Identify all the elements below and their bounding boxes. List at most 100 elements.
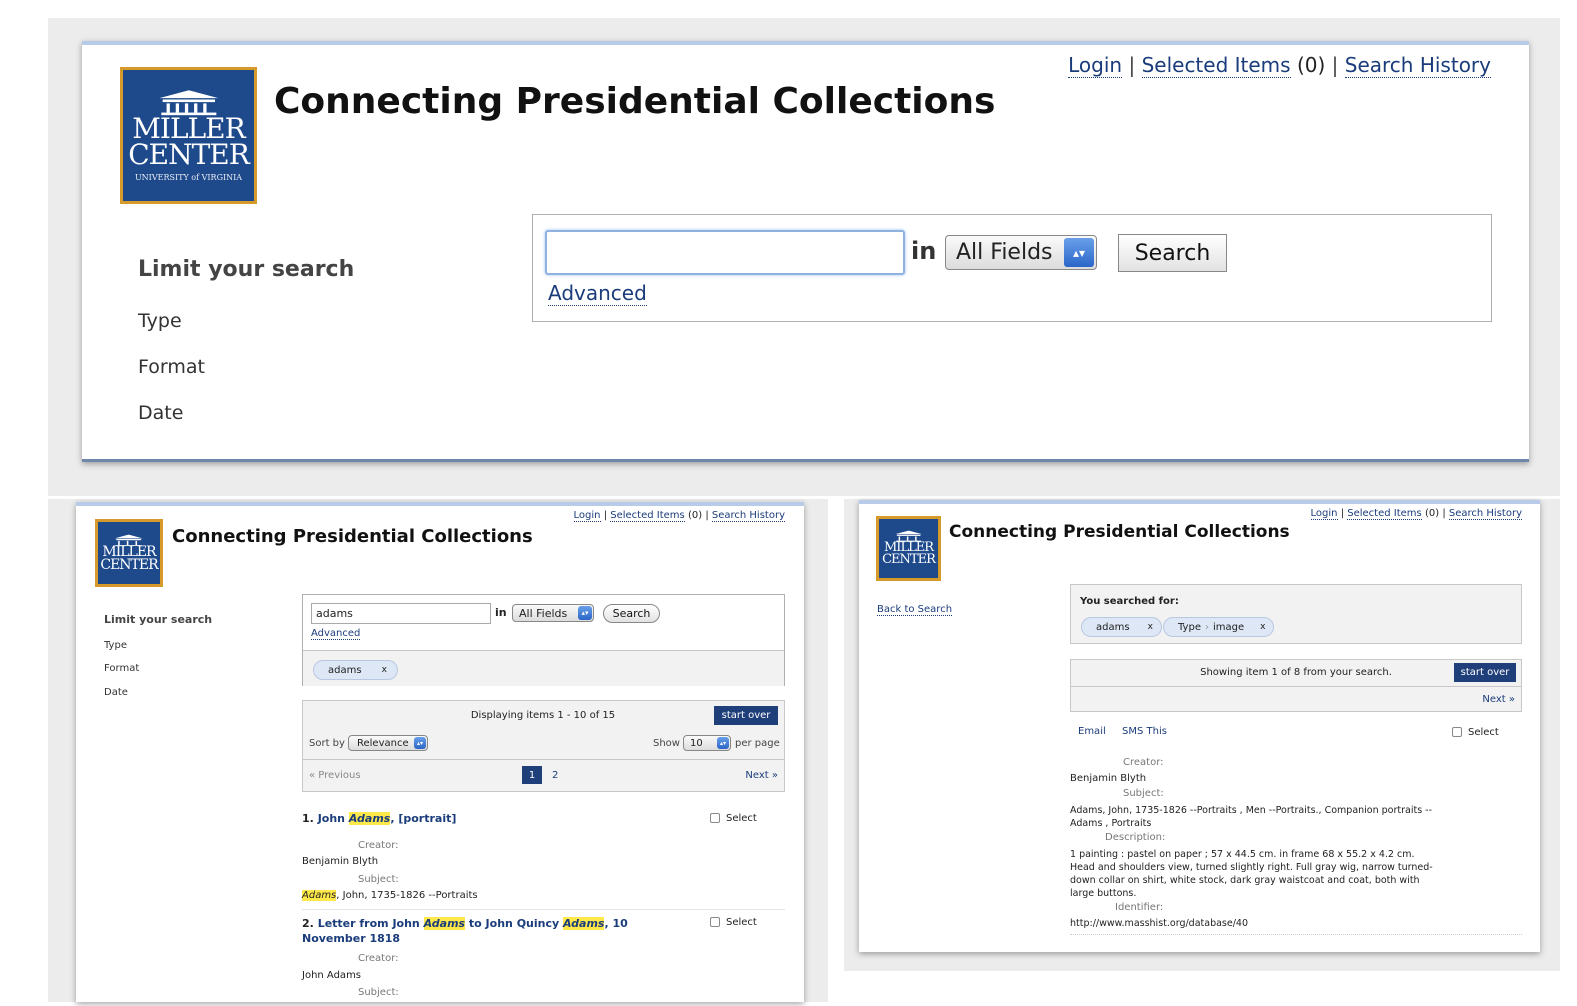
search-form: in All Fields ▴▾ Search Advanced: [532, 214, 1492, 322]
select-checkbox[interactable]: [710, 917, 720, 927]
result-number: 1.: [302, 812, 314, 825]
result-title[interactable]: 2. Letter from John Adams to John Quincy…: [302, 916, 692, 946]
search-input[interactable]: [545, 230, 905, 275]
search-field-select[interactable]: All Fields ▴▾: [945, 235, 1097, 270]
building-icon: [143, 89, 235, 116]
creator-value: Benjamin Blyth: [1070, 773, 1147, 784]
next-link[interactable]: Next »: [745, 770, 778, 781]
miller-center-logo[interactable]: MILLER CENTER: [876, 516, 941, 581]
creator-label: Creator:: [358, 953, 399, 964]
constraint-chip: adams x: [1081, 617, 1162, 637]
select-label: Select: [1468, 727, 1499, 738]
email-link[interactable]: Email: [1078, 726, 1106, 737]
login-link[interactable]: Login: [573, 510, 601, 522]
breadcrumb-separator: ›: [1204, 621, 1209, 633]
miller-center-logo[interactable]: MILLER CENTER UNIVERSITY of VIRGINIA: [120, 67, 257, 204]
facet-date[interactable]: Date: [138, 402, 183, 424]
you-searched-label: You searched for:: [1080, 596, 1179, 607]
result-item: 1. John Adams, [portrait] Select Creator…: [302, 812, 785, 912]
search-field-value: All Fields: [956, 240, 1053, 265]
result-title-text[interactable]: John: [318, 812, 349, 825]
pagination-row: « Previous 1 2 Next »: [303, 759, 784, 792]
start-over-button[interactable]: start over: [714, 706, 778, 725]
subject-label: Subject:: [358, 987, 399, 998]
selected-items-count: (0): [1296, 53, 1326, 77]
search-form: adams in All Fields ▴▾ Search Advanced a…: [302, 594, 785, 686]
building-icon: [107, 534, 150, 546]
subject-value: Adams, John, 1735-1826 --Portraits , Men…: [1070, 805, 1433, 829]
page-2-link[interactable]: 2: [552, 770, 558, 781]
search-button[interactable]: Search: [1118, 234, 1227, 272]
search-history-link[interactable]: Search History: [711, 510, 785, 522]
creator-value: Benjamin Blyth: [302, 856, 379, 867]
logo-word-center: CENTER: [128, 138, 250, 172]
selected-items-link[interactable]: Selected Items: [610, 510, 685, 522]
constraint-field: Type: [1178, 621, 1201, 633]
facet-type[interactable]: Type: [138, 310, 182, 332]
login-link[interactable]: Login: [1068, 53, 1123, 78]
facet-format[interactable]: Format: [138, 356, 205, 378]
search-history-link[interactable]: Search History: [1448, 508, 1522, 520]
identifier-label: Identifier:: [1115, 902, 1164, 913]
result-select[interactable]: Select: [710, 917, 757, 928]
facet-format[interactable]: Format: [104, 663, 139, 674]
results-screen: MILLER CENTER Connecting Presidential Co…: [76, 502, 804, 1002]
search-field-value: All Fields: [519, 606, 568, 620]
select-arrow-icon: ▴▾: [1064, 238, 1094, 267]
constraint-remove-button[interactable]: x: [382, 665, 387, 675]
subject-label: Subject:: [1123, 788, 1164, 799]
result-title-text[interactable]: Letter from John: [318, 917, 424, 930]
item-select[interactable]: Select: [1452, 727, 1499, 738]
facet-date[interactable]: Date: [104, 687, 128, 698]
per-page-select[interactable]: 10 ▴▾: [683, 735, 731, 751]
util-separator: |: [1128, 53, 1136, 77]
back-to-search-link[interactable]: Back to Search: [877, 604, 953, 616]
advanced-search-link[interactable]: Advanced: [311, 628, 361, 640]
page-1-current: 1: [522, 766, 542, 784]
item-detail-screen: MILLER CENTER Connecting Presidential Co…: [859, 500, 1540, 952]
util-separator: |: [603, 510, 608, 521]
select-checkbox[interactable]: [710, 813, 720, 823]
result-title-text[interactable]: to John Quincy: [465, 917, 563, 930]
util-links: Login | Selected Items (0) | Search Hist…: [573, 510, 785, 522]
show-label: Show: [653, 738, 680, 749]
next-link[interactable]: Next »: [1482, 694, 1515, 705]
result-select[interactable]: Select: [710, 813, 757, 824]
result-title[interactable]: 1. John Adams, [portrait]: [302, 812, 456, 825]
result-title-text[interactable]: , [portrait]: [390, 812, 456, 825]
divider: [1070, 934, 1522, 935]
sort-value: Relevance: [357, 737, 409, 749]
miller-center-logo[interactable]: MILLER CENTER: [95, 519, 163, 587]
constraint-remove-button[interactable]: x: [1148, 622, 1153, 632]
selected-items-count: (0): [687, 510, 703, 521]
select-checkbox[interactable]: [1452, 727, 1462, 737]
constraint-value: image: [1212, 621, 1245, 633]
constraint-chip: Type › image x: [1163, 617, 1275, 637]
sort-by-label: Sort by: [309, 738, 345, 749]
sort-select[interactable]: Relevance ▴▾: [348, 735, 428, 751]
creator-label: Creator:: [358, 840, 399, 851]
per-page-label: per page: [735, 738, 780, 749]
search-highlight: Adams: [348, 812, 391, 825]
search-constraints-box: You searched for: adams x Type › image x: [1070, 584, 1522, 644]
search-history-link[interactable]: Search History: [1344, 53, 1491, 78]
search-button[interactable]: Search: [603, 604, 660, 623]
search-input[interactable]: adams: [311, 603, 491, 624]
search-in-label: in: [495, 606, 507, 619]
divider: [302, 909, 785, 910]
description-value: 1 painting : pastel on paper ; 57 x 44.5…: [1070, 849, 1433, 899]
sms-link[interactable]: SMS This: [1122, 726, 1167, 737]
advanced-search-link[interactable]: Advanced: [548, 281, 647, 306]
page-title: Connecting Presidential Collections: [949, 522, 1290, 542]
constraint-remove-button[interactable]: x: [1260, 622, 1265, 632]
search-field-select[interactable]: All Fields ▴▾: [512, 604, 594, 622]
start-over-button[interactable]: start over: [1454, 663, 1516, 682]
search-highlight: Adams: [423, 917, 466, 930]
login-link[interactable]: Login: [1310, 508, 1338, 520]
page-title: Connecting Presidential Collections: [172, 526, 533, 547]
selected-items-link[interactable]: Selected Items: [1141, 53, 1291, 78]
per-page-value: 10: [690, 737, 703, 749]
selected-items-link[interactable]: Selected Items: [1347, 508, 1422, 520]
facet-type[interactable]: Type: [104, 640, 127, 651]
subject-value: Adams, John, 1735-1826 --Portraits: [302, 890, 478, 901]
